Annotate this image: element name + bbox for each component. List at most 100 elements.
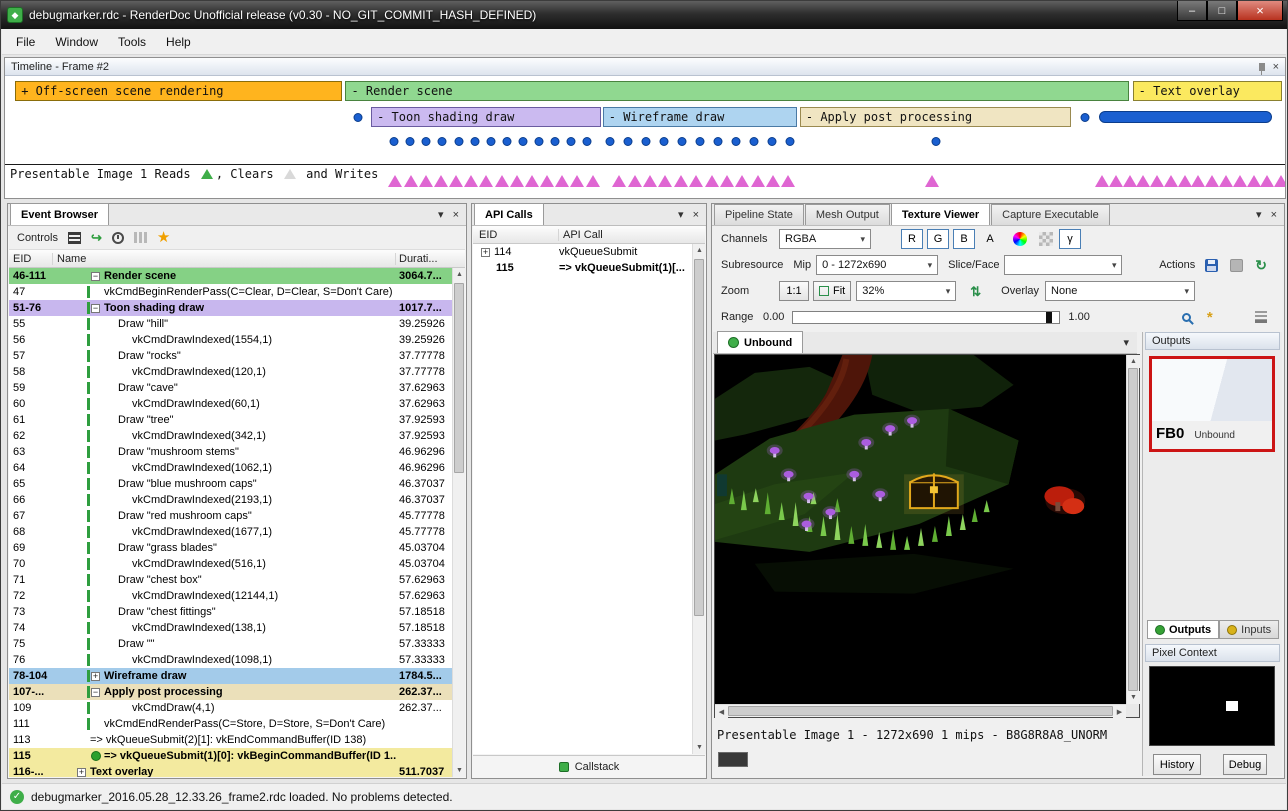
range-options-button[interactable] — [1249, 307, 1273, 327]
checker-background-button[interactable] — [1033, 229, 1059, 249]
event-row[interactable]: 59Draw "cave"37.62963 — [9, 380, 452, 396]
event-row[interactable]: 115=> vkQueueSubmit(1)[0]: vkBeginComman… — [9, 748, 452, 764]
select-columns-icon[interactable] — [68, 232, 81, 244]
scroll-down-icon[interactable]: ▼ — [1127, 691, 1140, 704]
save-texture-button[interactable] — [1199, 255, 1224, 275]
tab-mesh-output[interactable]: Mesh Output — [805, 204, 890, 225]
green-channel-button[interactable]: G — [927, 229, 949, 249]
bookmark-icon[interactable]: ★ — [157, 231, 170, 245]
timeline-marker-bar[interactable]: - Toon shading draw — [371, 107, 601, 127]
texture-hscrollbar[interactable]: ◀ ▶ — [715, 704, 1126, 717]
scroll-down-icon[interactable]: ▼ — [453, 764, 466, 777]
range-slider-handle[interactable] — [1046, 312, 1052, 323]
expand-icon[interactable]: + — [481, 248, 490, 257]
draw-event-dot[interactable] — [518, 137, 527, 146]
draw-event-dot[interactable] — [606, 137, 615, 146]
event-row[interactable]: 69Draw "grass blades"45.03704 — [9, 540, 452, 556]
draw-event-dot[interactable] — [731, 137, 740, 146]
event-row[interactable]: 61Draw "tree"37.92593 — [9, 412, 452, 428]
event-row[interactable]: 65Draw "blue mushroom caps"46.37037 — [9, 476, 452, 492]
event-row[interactable]: 63Draw "mushroom stems"46.96296 — [9, 444, 452, 460]
zoom-range-button[interactable] — [1176, 307, 1201, 327]
scroll-up-icon[interactable]: ▲ — [453, 268, 466, 281]
blue-channel-button[interactable]: B — [953, 229, 975, 249]
event-row[interactable]: 57Draw "rocks"37.77778 — [9, 348, 452, 364]
timeline-marker-bar[interactable]: - Text overlay — [1133, 81, 1283, 101]
scrollbar-thumb[interactable] — [454, 283, 464, 473]
panel-menu-icon[interactable]: ▾ — [438, 208, 444, 221]
texture-list-dropdown-icon[interactable]: ▾ — [1123, 336, 1137, 353]
tab-texture-viewer[interactable]: Texture Viewer — [891, 203, 990, 225]
collapse-icon[interactable]: − — [91, 304, 100, 313]
draw-event-dot[interactable] — [767, 137, 776, 146]
event-row[interactable]: 78-104+Wireframe draw1784.5... — [9, 668, 452, 684]
mip-select[interactable]: 0 - 1272x690▾ — [816, 255, 938, 275]
texture-vscrollbar[interactable]: ▲ ▼ — [1126, 355, 1139, 704]
goto-eid-icon[interactable]: ↪ — [91, 232, 102, 244]
tab-event-browser[interactable]: Event Browser — [10, 203, 109, 225]
panel-menu-icon[interactable]: ▾ — [1256, 208, 1262, 221]
event-row[interactable]: 107-...−Apply post processing262.37... — [9, 684, 452, 700]
timeline-content[interactable]: + Off-screen scene rendering- Render sce… — [5, 76, 1285, 198]
debug-button[interactable]: Debug — [1223, 754, 1267, 775]
tab-outputs[interactable]: Outputs — [1147, 620, 1219, 639]
col-eid[interactable]: EID — [473, 229, 559, 241]
col-api-call[interactable]: API Call — [559, 229, 705, 241]
color-wheel-button[interactable] — [1007, 229, 1033, 249]
draw-event-dot[interactable] — [785, 137, 794, 146]
range-slider[interactable] — [792, 311, 1060, 324]
refresh-button[interactable]: ↻ — [1249, 255, 1273, 275]
panel-close-icon[interactable]: × — [453, 209, 459, 221]
draw-event-dot[interactable] — [642, 137, 651, 146]
scroll-left-icon[interactable]: ◀ — [715, 705, 728, 718]
menu-help[interactable]: Help — [156, 31, 201, 53]
event-row[interactable]: 64vkCmdDrawIndexed(1062,1)46.96296 — [9, 460, 452, 476]
event-row[interactable]: 76vkCmdDrawIndexed(1098,1)57.33333 — [9, 652, 452, 668]
event-row[interactable]: 73Draw "chest fittings"57.18518 — [9, 604, 452, 620]
draw-event-dot[interactable] — [486, 137, 495, 146]
tab-unbound-texture[interactable]: Unbound — [717, 331, 803, 353]
col-name[interactable]: Name — [53, 253, 396, 265]
event-row[interactable]: 70vkCmdDrawIndexed(516,1)45.03704 — [9, 556, 452, 572]
event-row[interactable]: 47vkCmdBeginRenderPass(C=Clear, D=Clear,… — [9, 284, 452, 300]
menu-file[interactable]: File — [6, 31, 45, 53]
event-row[interactable]: 51-76−Toon shading draw1017.7... — [9, 300, 452, 316]
api-call-row[interactable]: +114vkQueueSubmit — [473, 244, 692, 260]
statistics-icon[interactable] — [134, 232, 137, 243]
draw-event-dot[interactable] — [713, 137, 722, 146]
history-button[interactable]: History — [1153, 754, 1201, 775]
titlebar[interactable]: ◆ debugmarker.rdc - RenderDoc Unofficial… — [1, 1, 1287, 29]
event-row[interactable]: 109vkCmdDraw(4,1)262.37... — [9, 700, 452, 716]
event-row[interactable]: 111vkCmdEndRenderPass(C=Store, D=Store, … — [9, 716, 452, 732]
event-row[interactable]: 62vkCmdDrawIndexed(342,1)37.92593 — [9, 428, 452, 444]
scroll-up-icon[interactable]: ▲ — [693, 244, 706, 257]
event-row[interactable]: 66vkCmdDrawIndexed(2193,1)46.37037 — [9, 492, 452, 508]
open-texture-list-button[interactable] — [1224, 255, 1249, 275]
event-browser-scrollbar[interactable]: ▲ ▼ — [452, 268, 465, 777]
panel-close-icon[interactable]: × — [1271, 209, 1277, 221]
event-row[interactable]: 56vkCmdDrawIndexed(1554,1)39.25926 — [9, 332, 452, 348]
draw-event-dot[interactable] — [454, 137, 463, 146]
time-durations-icon[interactable] — [112, 232, 124, 244]
tab-capture-executable[interactable]: Capture Executable — [991, 204, 1110, 225]
scroll-up-icon[interactable]: ▲ — [1127, 355, 1140, 368]
draw-event-dot[interactable] — [931, 137, 940, 146]
col-eid[interactable]: EID — [9, 253, 53, 265]
draw-event-dot[interactable] — [678, 137, 687, 146]
menu-window[interactable]: Window — [45, 31, 108, 53]
collapse-icon[interactable]: − — [91, 688, 100, 697]
overlay-select[interactable]: None▾ — [1045, 281, 1195, 301]
draw-event-dot[interactable] — [696, 137, 705, 146]
red-channel-button[interactable]: R — [901, 229, 923, 249]
zoom-1-1-button[interactable]: 1:1 — [779, 281, 809, 301]
scroll-right-icon[interactable]: ▶ — [1113, 705, 1126, 718]
api-call-row[interactable]: 115=> vkQueueSubmit(1)[... — [473, 260, 692, 276]
gamma-button[interactable]: γ — [1059, 229, 1081, 249]
scrollbar-thumb[interactable] — [694, 259, 704, 616]
expand-icon[interactable]: + — [91, 672, 100, 681]
maximize-button[interactable]: □ — [1207, 1, 1237, 21]
expand-icon[interactable]: + — [77, 768, 86, 777]
draw-event-dot[interactable] — [535, 137, 544, 146]
zoom-select[interactable]: 32%▾ — [856, 281, 956, 301]
flip-y-button[interactable]: ⇅ — [964, 281, 987, 301]
